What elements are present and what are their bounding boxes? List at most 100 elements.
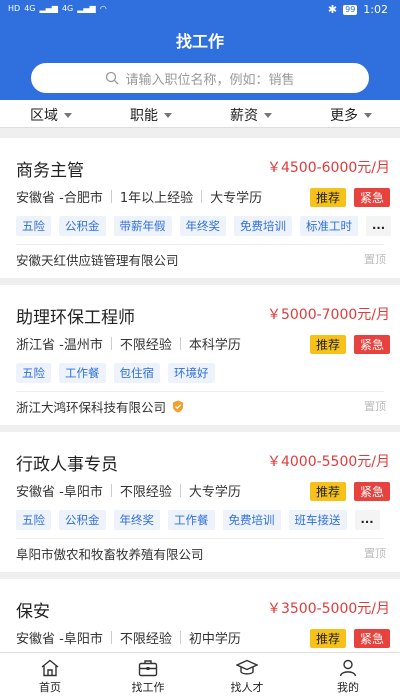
verified-shield-icon: [173, 400, 184, 413]
home-icon: [41, 659, 59, 677]
search-placeholder: 请输入职位名称，例如：销售: [125, 72, 295, 88]
job-location: 浙江省 -温州市: [16, 338, 103, 353]
signal-icon: ▂▄▆: [77, 4, 96, 13]
caret-down-icon: [264, 112, 272, 118]
job-experience: 不限经验: [119, 338, 172, 353]
company-name: 安徽天红供应链管理有限公司: [16, 253, 179, 268]
tab-find-job[interactable]: 找工作: [113, 659, 183, 695]
recommend-badge: 推荐: [309, 629, 346, 648]
filter-label: 区域: [30, 108, 58, 124]
job-title: 行政人事专员: [16, 455, 118, 475]
clock: 1:02: [363, 3, 388, 16]
status-bar: HD 4G ▂▄▆ 4G ▂▄▆ ◠ ✱ 99 1:02: [0, 0, 400, 22]
filter-label: 职能: [130, 108, 158, 124]
benefit-tag: 包住宿: [113, 363, 160, 383]
job-location: 安徽省 -阜阳市: [16, 485, 103, 500]
job-card[interactable]: 行政人事专员 ￥4000-5500元/月 安徽省 -阜阳市 不限经验 大专学历 …: [0, 432, 400, 572]
user-icon: [339, 659, 357, 677]
job-education: 初中学历: [188, 632, 241, 647]
filter-label: 更多: [330, 108, 358, 124]
caret-down-icon: [64, 112, 72, 118]
benefit-tags: 五险 公积金 年终奖 工作餐 免费培训 班车接送 ...: [16, 510, 380, 530]
benefit-tag: 公积金: [59, 216, 106, 236]
job-title: 助理环保工程师: [16, 308, 135, 328]
pinned-label: 置顶: [364, 400, 386, 413]
urgent-badge: 紧急: [353, 188, 390, 207]
job-title: 商务主管: [16, 161, 84, 181]
filter-region[interactable]: 区域: [30, 105, 72, 125]
benefit-tags: 五险 工作餐 包住宿 环境好: [16, 363, 215, 383]
job-experience: 不限经验: [119, 485, 172, 500]
job-salary: ￥4500-6000元/月: [266, 160, 390, 176]
job-experience: 不限经验: [119, 632, 172, 647]
job-location: 安徽省 -阜阳市: [16, 632, 103, 647]
job-salary: ￥4000-5500元/月: [266, 454, 390, 470]
signal-4g-2: 4G: [61, 4, 74, 13]
page-title: 找工作: [175, 32, 224, 51]
benefit-tag: 班车接送: [288, 510, 347, 530]
urgent-badge: 紧急: [353, 335, 390, 354]
more-tags-icon[interactable]: ...: [354, 510, 380, 530]
job-meta: 安徽省 -合肥市 1年以上经验 大专学历: [16, 187, 262, 206]
job-location: 安徽省 -合肥市: [16, 191, 103, 206]
job-card[interactable]: 商务主管 ￥4500-6000元/月 安徽省 -合肥市 1年以上经验 大专学历 …: [0, 138, 400, 278]
pinned-label: 置顶: [364, 253, 386, 266]
job-meta: 浙江省 -温州市 不限经验 本科学历: [16, 334, 241, 353]
pinned-label: 置顶: [364, 547, 386, 560]
tab-label: 我的: [337, 681, 359, 694]
bluetooth-icon: ✱: [327, 3, 338, 16]
tab-profile[interactable]: 我的: [313, 659, 383, 695]
wifi-icon: ◠: [99, 4, 107, 13]
recommend-badge: 推荐: [309, 335, 346, 354]
tab-find-talent[interactable]: 找人才: [212, 659, 282, 695]
tab-label: 找工作: [131, 681, 165, 694]
filter-bar: 区域 职能 薪资 更多: [0, 100, 400, 128]
job-card[interactable]: 保安 ￥3500-5000元/月 安徽省 -阜阳市 不限经验 初中学历 推荐 紧…: [0, 579, 400, 652]
company-row: 浙江大鸿环保科技有限公司: [16, 397, 184, 416]
job-salary: ￥3500-5000元/月: [266, 601, 390, 617]
benefit-tag: 五险: [16, 216, 51, 236]
hd-indicator: HD: [8, 4, 21, 13]
tab-label: 首页: [39, 681, 61, 694]
benefit-tag: 免费培训: [222, 510, 281, 530]
job-salary: ￥5000-7000元/月: [266, 307, 390, 323]
job-card[interactable]: 助理环保工程师 ￥5000-7000元/月 浙江省 -温州市 不限经验 本科学历…: [0, 285, 400, 425]
tab-home[interactable]: 首页: [15, 659, 85, 695]
more-tags-icon[interactable]: ...: [366, 216, 392, 236]
benefit-tag: 公积金: [59, 510, 106, 530]
company-name: 浙江大鸿环保科技有限公司: [16, 400, 167, 415]
job-experience: 1年以上经验: [119, 191, 194, 206]
benefit-tag: 标准工时: [300, 216, 358, 236]
bottom-tab-bar: 首页 找工作 找人才 我的: [0, 652, 400, 700]
recommend-badge: 推荐: [309, 188, 346, 207]
job-meta: 安徽省 -阜阳市 不限经验 初中学历: [16, 628, 241, 647]
job-education: 大专学历: [210, 191, 263, 206]
benefit-tags: 五险 公积金 带薪年假 年终奖 免费培训 标准工时 ...: [16, 216, 392, 236]
filter-salary[interactable]: 薪资: [230, 105, 272, 125]
graduation-cap-icon: [236, 659, 258, 675]
job-education: 本科学历: [188, 338, 241, 353]
search-input[interactable]: 请输入职位名称，例如：销售: [31, 63, 369, 93]
urgent-badge: 紧急: [353, 482, 390, 501]
battery-icon: 99: [343, 4, 358, 15]
benefit-tag: 环境好: [168, 363, 215, 383]
filter-label: 薪资: [230, 108, 258, 124]
benefit-tag: 年终奖: [113, 510, 160, 530]
company-name: 阜阳市傲农和牧畜牧养殖有限公司: [16, 547, 204, 562]
job-meta: 安徽省 -阜阳市 不限经验 大专学历: [16, 481, 241, 500]
benefit-tag: 五险: [16, 510, 51, 530]
tab-label: 找人才: [230, 681, 264, 694]
job-title: 保安: [16, 602, 50, 622]
job-education: 大专学历: [188, 485, 241, 500]
benefit-tag: 免费培训: [234, 216, 292, 236]
benefit-tag: 带薪年假: [113, 216, 172, 236]
signal-icon: ▂▄▆: [39, 4, 58, 13]
benefit-tag: 五险: [16, 363, 51, 383]
signal-4g-1: 4G: [24, 4, 36, 13]
header: HD 4G ▂▄▆ 4G ▂▄▆ ◠ ✱ 99 1:02 找工作 请输入职位名称…: [0, 0, 400, 100]
filter-more[interactable]: 更多: [330, 105, 372, 125]
caret-down-icon: [164, 112, 172, 118]
urgent-badge: 紧急: [353, 629, 390, 648]
briefcase-icon: [138, 660, 158, 677]
filter-function[interactable]: 职能: [130, 105, 172, 125]
